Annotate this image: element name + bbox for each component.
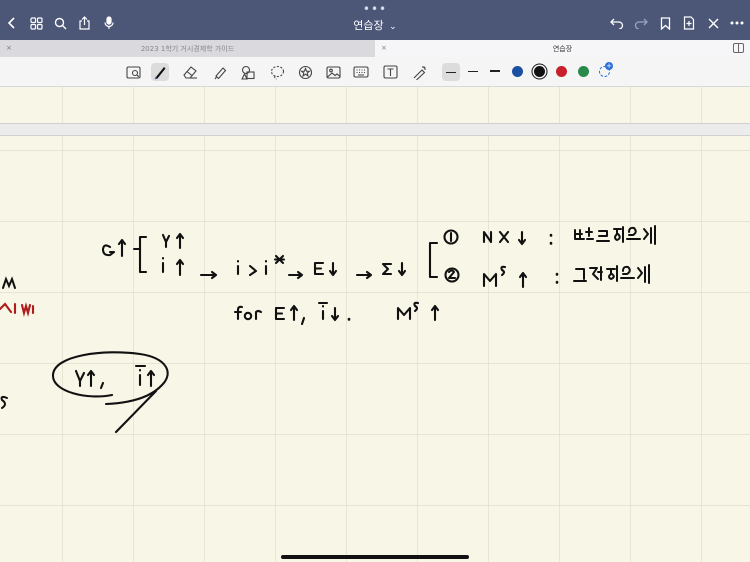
tab-label: 2023 1학기 거시경제학 가이드 bbox=[140, 45, 235, 53]
tab-label: 연습장 bbox=[552, 45, 573, 53]
image-icon[interactable] bbox=[324, 63, 342, 81]
highlighter-icon[interactable] bbox=[211, 63, 229, 81]
keyboard-icon[interactable] bbox=[352, 63, 370, 81]
color-swatch-blue[interactable] bbox=[512, 66, 523, 77]
thin-stroke-option[interactable] bbox=[442, 63, 460, 81]
tab-scratchpad[interactable]: × 연습장 bbox=[375, 40, 750, 57]
page-break bbox=[0, 123, 750, 136]
eraser-icon[interactable] bbox=[181, 63, 199, 81]
shapes-icon[interactable] bbox=[239, 63, 257, 81]
redo-icon[interactable] bbox=[633, 16, 649, 30]
laser-pointer-icon[interactable] bbox=[410, 63, 428, 81]
chevron-down-icon: ⌄ bbox=[389, 22, 397, 32]
medium-stroke-option[interactable] bbox=[468, 71, 478, 72]
close-icon[interactable] bbox=[705, 16, 721, 30]
add-color-icon[interactable]: + bbox=[599, 62, 613, 77]
lasso-image-icon[interactable] bbox=[124, 63, 142, 81]
tab-macro-guide[interactable]: × 2023 1학기 거시경제학 가이드 bbox=[0, 40, 375, 57]
back-icon[interactable] bbox=[4, 16, 20, 30]
sticker-icon[interactable] bbox=[296, 63, 314, 81]
share-icon[interactable] bbox=[76, 16, 92, 30]
grid-icon[interactable] bbox=[28, 16, 44, 30]
undo-icon[interactable] bbox=[609, 16, 625, 30]
top-bar: ••• 연습장 ⌄ bbox=[0, 0, 750, 40]
tab-bar: × 2023 1학기 거시경제학 가이드 × 연습장 bbox=[0, 40, 750, 57]
color-swatch-green[interactable] bbox=[578, 66, 589, 77]
bookmark-icon[interactable] bbox=[657, 16, 673, 30]
lasso-icon[interactable] bbox=[268, 63, 286, 81]
color-swatch-black[interactable] bbox=[534, 66, 545, 77]
home-indicator[interactable] bbox=[281, 555, 469, 559]
document-title-text: 연습장 bbox=[353, 19, 384, 32]
more-icon[interactable] bbox=[729, 16, 745, 30]
note-canvas[interactable] bbox=[0, 86, 750, 562]
add-page-icon[interactable] bbox=[681, 16, 697, 30]
handwriting-layer bbox=[0, 86, 750, 562]
textbox-icon[interactable] bbox=[381, 63, 399, 81]
tool-palette: + bbox=[0, 57, 750, 87]
microphone-icon[interactable] bbox=[101, 16, 117, 30]
thick-stroke-option[interactable] bbox=[490, 70, 500, 72]
search-icon[interactable] bbox=[52, 16, 68, 30]
split-view-icon[interactable] bbox=[733, 43, 744, 53]
color-swatch-red[interactable] bbox=[556, 66, 567, 77]
window-dots[interactable]: ••• bbox=[0, 2, 750, 16]
pen-icon[interactable] bbox=[151, 63, 169, 81]
